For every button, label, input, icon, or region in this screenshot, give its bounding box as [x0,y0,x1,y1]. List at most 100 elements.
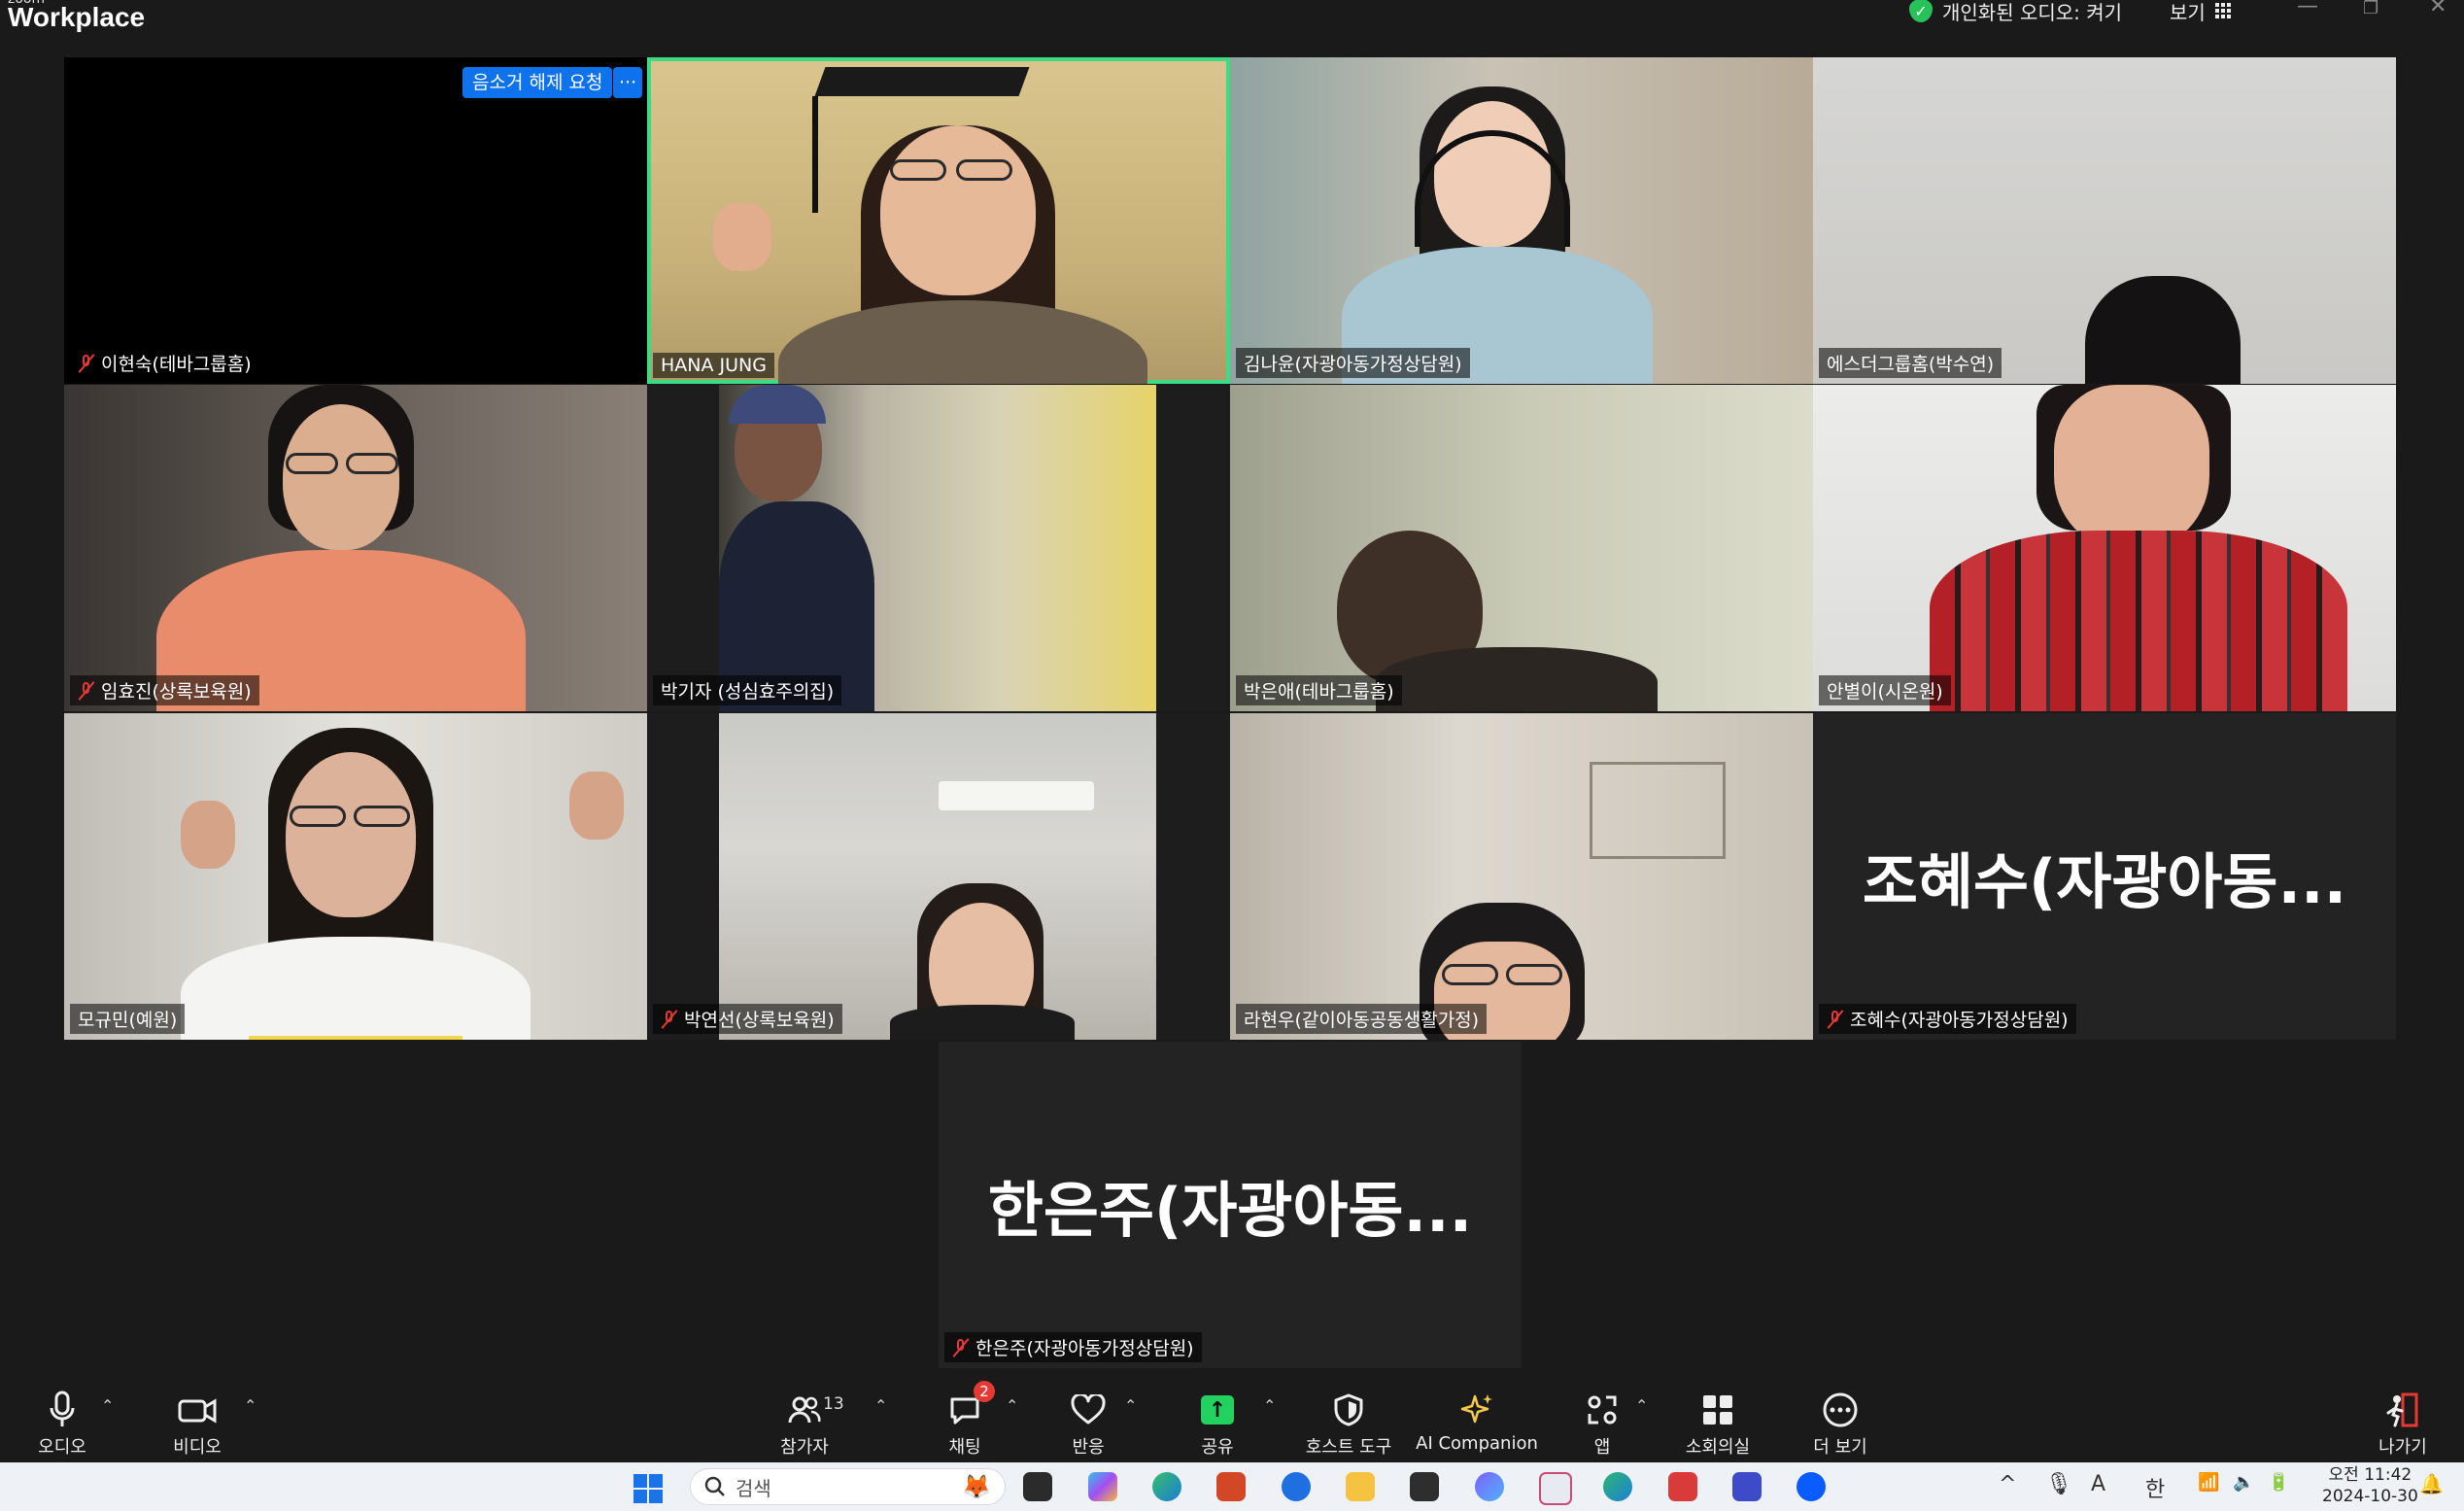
participants-label: 참가자 [780,1437,829,1458]
ai-companion-button[interactable]: AI Companion [1416,1377,1538,1462]
apps-button[interactable]: 앱 [1544,1377,1660,1462]
apps-label: 앱 [1593,1437,1611,1458]
minimize-icon[interactable]: — [2297,0,2318,18]
close-icon[interactable]: ✕ [2429,0,2447,18]
view-label: 보기 [2170,0,2206,24]
os-taskbar: 검색 🦊 ^ 🎙 A 한 📶 🔈 🔋 오전 11:42 2024-10-30 🔔 [0,1462,2464,1511]
task-view-icon[interactable] [1023,1472,1052,1501]
participants-options-caret-icon[interactable]: ⌃ [874,1396,887,1415]
ceiling-light [939,781,1094,810]
zoom-app-icon[interactable] [1797,1472,1826,1501]
participant-name: 모규민(예원) [78,1010,178,1031]
media-app-icon[interactable] [1475,1472,1504,1501]
chat-options-caret-icon[interactable]: ⌃ [1006,1396,1018,1415]
tray-overflow-icon[interactable]: ^ [1999,1472,2016,1496]
participant-nameplate: 김나윤(자광아동가정상담원) [1236,348,1470,378]
windows-start-icon[interactable] [633,1474,663,1503]
video-tile[interactable]: 에스더그룹홈(박수연) [1813,57,2396,384]
snipping-tool-icon[interactable] [1539,1472,1572,1505]
host-tools-label: 호스트 도구 [1305,1437,1392,1458]
reactions-button[interactable]: 반응 [1030,1377,1146,1462]
taskbar-clock[interactable]: 오전 11:42 2024-10-30 [2322,1464,2418,1507]
participant-name: 이현숙(테바그룹홈) [101,354,252,375]
audio-options-caret-icon[interactable]: ⌃ [101,1396,114,1415]
powerpoint-icon[interactable] [1216,1472,1246,1501]
raised-fist [569,772,624,840]
glasses [290,806,346,827]
participants-icon: 13 [788,1389,844,1431]
participant-nameplate: 한은주(자광아동가정상담원) [944,1332,1202,1362]
raised-fist [713,203,771,271]
app-blue-icon[interactable] [1282,1472,1311,1501]
participant-hair [2085,276,2241,384]
participant-nameplate: 박연선(상록보육원) [653,1004,842,1034]
more-dots-icon [1822,1389,1859,1431]
wifi-icon[interactable]: 📶 [2198,1472,2219,1493]
video-tile[interactable]: 임효진(상록보육원) [64,385,647,711]
glasses [1442,964,1498,985]
video-tile[interactable]: 음소거 해제 요청 ··· 이현숙(테바그룹홈) [64,57,647,384]
file-explorer-icon[interactable] [1346,1472,1375,1501]
tray-microphone-icon[interactable]: 🎙 [2045,1472,2072,1496]
participant-nameplate: 박은애(테바그룹홈) [1236,675,1402,705]
mic-muted-icon [952,1338,970,1357]
video-button[interactable]: 비디오 [139,1377,256,1462]
mic-muted-icon [78,354,95,373]
exit-door-icon [2385,1389,2420,1431]
restore-icon[interactable]: ❐ [2363,0,2378,18]
video-tile-video-off[interactable]: 조혜수(자광아동... 조혜수(자광아동가정상담원) [1813,713,2396,1040]
more-button[interactable]: 더 보기 [1782,1377,1899,1462]
copilot-icon[interactable] [1088,1472,1117,1501]
video-tile[interactable]: 모규민(예원) [64,713,647,1040]
glasses [890,159,946,181]
video-tile[interactable]: 김나윤(자광아동가정상담원) [1230,57,1813,384]
video-tile-active-speaker[interactable]: HANA JUNG [647,57,1230,384]
more-options-button[interactable]: ··· [613,67,643,98]
video-options-caret-icon[interactable]: ⌃ [244,1396,257,1415]
share-options-caret-icon[interactable]: ⌃ [1263,1396,1276,1415]
video-tile[interactable]: 안별이(시온원) [1813,385,2396,711]
volume-icon[interactable]: 🔈 [2233,1472,2254,1493]
apps-icon [1586,1389,1619,1431]
view-button[interactable]: 보기 [2170,0,2231,24]
glasses [346,453,398,474]
audio-status-label: 개인화된 오디오: 켜기 [1942,0,2123,24]
battery-icon[interactable]: 🔋 [2268,1472,2289,1493]
leave-button[interactable]: 나가기 [2344,1377,2461,1462]
video-tile-video-off[interactable]: 한은주(자광아동... 한은주(자광아동가정상담원) [939,1042,1522,1368]
participants-button[interactable]: 13 참가자 [746,1377,863,1462]
participant-nameplate: 에스더그룹홈(박수연) [1819,348,2002,378]
video-tile[interactable]: 박기자 (성심효주의집) [647,385,1230,711]
browser-app-icon[interactable] [1603,1472,1632,1501]
heart-icon [1071,1389,1106,1431]
remote-app-icon[interactable] [1732,1472,1762,1501]
ime-indicator[interactable]: 한 [2145,1472,2165,1503]
participant-name: 박연선(상록보육원) [684,1010,835,1031]
share-button[interactable]: ↑ 공유 [1159,1377,1276,1462]
video-tile[interactable]: 박은애(테바그룹홈) [1230,385,1813,711]
participant-nameplate: 안별이(시온원) [1819,675,1951,705]
notification-bell-icon[interactable]: 🔔 [2419,1472,2444,1495]
breakout-rooms-button[interactable]: 소회의실 [1660,1377,1776,1462]
audio-button[interactable]: 오디오 [4,1377,120,1462]
apps-options-caret-icon[interactable]: ⌃ [1635,1396,1648,1415]
reactions-options-caret-icon[interactable]: ⌃ [1124,1396,1137,1415]
video-tile[interactable]: 박연선(상록보육원) [647,713,1230,1040]
chat-icon: 2 [948,1381,995,1431]
clock-time: 오전 11:42 [2328,1465,2413,1485]
host-tools-button[interactable]: 호스트 도구 [1290,1377,1407,1462]
pdf-app-icon[interactable] [1668,1472,1697,1501]
raised-fist [181,801,235,869]
personalized-audio-status[interactable]: ✓ 개인화된 오디오: 켜기 [1909,0,2122,24]
taskbar-search-box[interactable]: 검색 🦊 [690,1468,1006,1505]
input-font-indicator[interactable]: A [2091,1472,2105,1496]
edge-browser-icon[interactable] [1152,1472,1181,1501]
participant-name: 임효진(상록보육원) [101,681,252,703]
cap-tassel [812,96,818,213]
sticky-app-icon[interactable] [1410,1472,1439,1501]
video-tile[interactable]: 라현우(같이아동공동생활가정) [1230,713,1813,1040]
chat-button[interactable]: 2 채팅 [907,1377,1023,1462]
search-icon [704,1476,725,1496]
unmute-request-button[interactable]: 음소거 해제 요청 [462,67,613,98]
breakout-rooms-label: 소회의실 [1685,1437,1751,1458]
